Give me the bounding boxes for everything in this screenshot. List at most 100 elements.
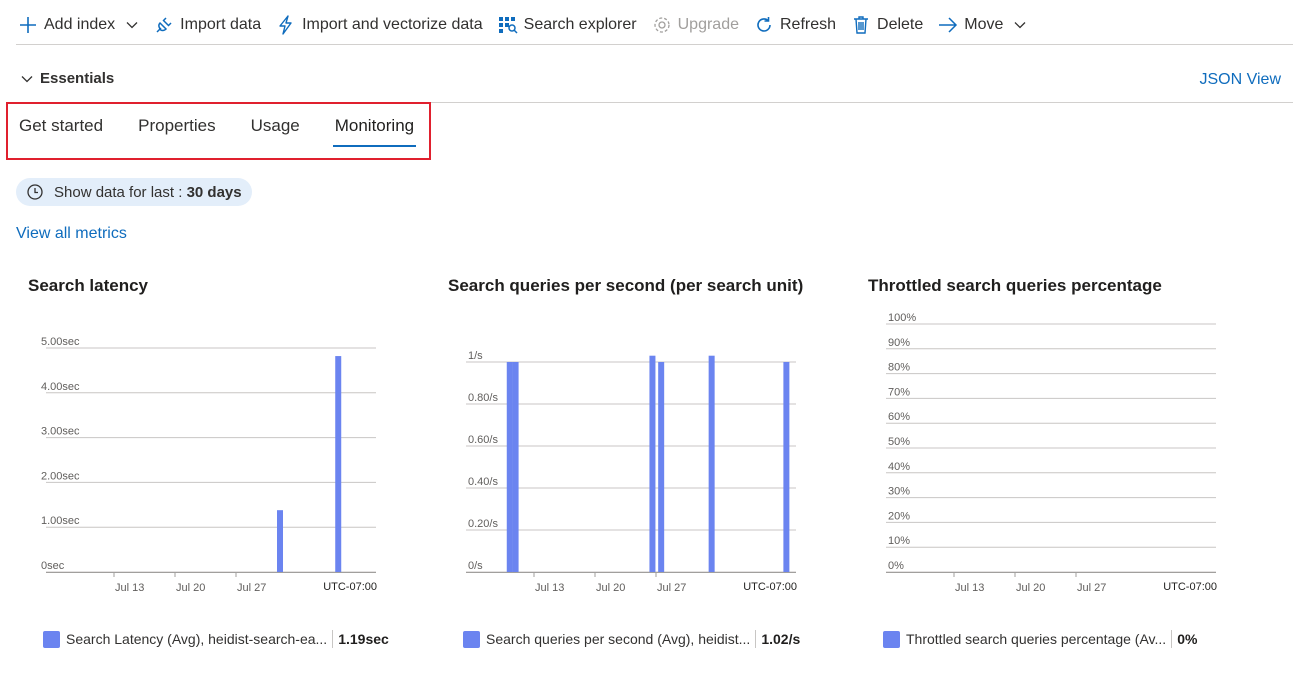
y-tick-label: 60% <box>888 411 910 423</box>
x-tick-label: Jul 13 <box>535 582 564 594</box>
plug-icon <box>154 15 174 35</box>
chevron-down-icon <box>125 18 139 32</box>
trash-icon <box>851 15 871 35</box>
time-range-prefix: Show data for last : <box>54 184 187 201</box>
bar[interactable] <box>335 356 341 572</box>
y-tick-label: 90% <box>888 337 910 349</box>
y-tick-label: 0sec <box>41 560 65 572</box>
import-vectorize-label: Import and vectorize data <box>302 16 483 34</box>
legend-series-name: Throttled search queries percentage (Av.… <box>906 631 1166 647</box>
add-index-label: Add index <box>44 16 115 34</box>
timezone-label: UTC-07:00 <box>1163 581 1217 593</box>
y-tick-label: 30% <box>888 486 910 498</box>
chart-legend[interactable]: Search Latency (Avg), heidist-search-ea.… <box>43 630 389 648</box>
y-tick-label: 3.00sec <box>41 426 80 438</box>
delete-button[interactable]: Delete <box>851 15 923 35</box>
gear-icon <box>652 15 672 35</box>
legend-value: 1.02/s <box>761 631 800 647</box>
timezone-label: UTC-07:00 <box>323 581 377 593</box>
bar[interactable] <box>507 362 513 572</box>
legend-value: 1.19sec <box>338 631 389 647</box>
bar[interactable] <box>709 356 715 572</box>
search-explorer-button[interactable]: Search explorer <box>498 15 637 35</box>
chart-legend[interactable]: Search queries per second (Avg), heidist… <box>463 630 800 648</box>
x-tick-label: Jul 13 <box>955 582 984 594</box>
tab-properties[interactable]: Properties <box>138 116 215 145</box>
y-tick-label: 80% <box>888 362 910 374</box>
essentials-toggle[interactable]: Essentials <box>20 70 114 87</box>
legend-separator <box>332 630 333 648</box>
essentials-label: Essentials <box>40 70 114 87</box>
delete-label: Delete <box>877 16 923 34</box>
y-tick-label: 1/s <box>468 350 483 362</box>
y-tick-label: 50% <box>888 436 910 448</box>
json-view-link[interactable]: JSON View <box>1199 71 1281 89</box>
y-tick-label: 0.80/s <box>468 392 498 404</box>
bar[interactable] <box>513 362 519 572</box>
move-button[interactable]: Move <box>938 15 1027 35</box>
x-tick-label: Jul 27 <box>657 582 686 594</box>
x-tick-label: Jul 20 <box>176 582 205 594</box>
chevron-down-icon <box>20 72 34 86</box>
legend-swatch <box>463 631 480 648</box>
chart-legend[interactable]: Throttled search queries percentage (Av.… <box>883 630 1197 648</box>
time-range-filter[interactable]: Show data for last : 30 days <box>16 178 252 206</box>
y-tick-label: 0/s <box>468 560 483 572</box>
search-explorer-label: Search explorer <box>524 16 637 34</box>
refresh-button[interactable]: Refresh <box>754 15 836 35</box>
y-tick-label: 5.00sec <box>41 336 80 348</box>
import-vectorize-button[interactable]: Import and vectorize data <box>276 15 483 35</box>
import-data-button[interactable]: Import data <box>154 15 261 35</box>
refresh-label: Refresh <box>780 16 836 34</box>
y-tick-label: 2.00sec <box>41 470 80 482</box>
lightning-icon <box>276 15 296 35</box>
add-index-button[interactable]: Add index <box>18 15 139 35</box>
upgrade-button[interactable]: Upgrade <box>652 15 739 35</box>
legend-series-name: Search Latency (Avg), heidist-search-ea.… <box>66 631 327 647</box>
move-label: Move <box>964 16 1003 34</box>
y-tick-label: 1.00sec <box>41 515 80 527</box>
upgrade-label: Upgrade <box>678 16 739 34</box>
legend-value: 0% <box>1177 631 1197 647</box>
legend-separator <box>1171 630 1172 648</box>
legend-swatch <box>883 631 900 648</box>
time-range-text: Show data for last : 30 days <box>54 184 242 201</box>
bar[interactable] <box>783 362 789 572</box>
bar[interactable] <box>649 356 655 572</box>
view-all-metrics-link[interactable]: View all metrics <box>16 225 127 243</box>
chart-throttled-queries-percentage[interactable]: Throttled search queries percentage 0%10… <box>868 270 1248 670</box>
x-tick-label: Jul 20 <box>596 582 625 594</box>
x-tick-label: Jul 27 <box>1077 582 1106 594</box>
time-range-value: 30 days <box>187 184 242 201</box>
y-tick-label: 70% <box>888 386 910 398</box>
chart-search-latency[interactable]: Search latency 0sec1.00sec2.00sec3.00sec… <box>28 270 408 670</box>
chart-plot: 0%10%20%30%40%50%60%70%80%90%100%Jul 13J… <box>868 270 1248 610</box>
command-bar: Add index Import data Import and vectori… <box>18 8 1042 42</box>
tab-usage[interactable]: Usage <box>251 116 300 145</box>
toolbar-divider <box>16 44 1293 45</box>
chart-plot: 0/s0.20/s0.40/s0.60/s0.80/s1/sJul 13Jul … <box>448 270 828 610</box>
y-tick-label: 100% <box>888 312 916 324</box>
tab-get-started[interactable]: Get started <box>19 116 103 145</box>
tab-list: Get started Properties Usage Monitoring <box>19 116 449 145</box>
import-data-label: Import data <box>180 16 261 34</box>
tab-monitoring[interactable]: Monitoring <box>335 116 414 145</box>
chart-search-queries-per-second[interactable]: Search queries per second (per search un… <box>448 270 828 670</box>
y-tick-label: 0% <box>888 560 904 572</box>
legend-swatch <box>43 631 60 648</box>
chevron-down-icon <box>1013 18 1027 32</box>
plus-icon <box>18 15 38 35</box>
x-tick-label: Jul 13 <box>115 582 144 594</box>
chart-plot: 0sec 1.00sec 2.00sec 3.00sec 4.00sec 5.00sec J… <box>28 270 408 610</box>
search-explorer-icon <box>498 15 518 35</box>
y-tick-label: 20% <box>888 510 910 522</box>
bar[interactable] <box>658 362 664 572</box>
x-tick-label: Jul 20 <box>1016 582 1045 594</box>
y-tick-label: 10% <box>888 535 910 547</box>
clock-icon <box>26 183 44 201</box>
bar[interactable] <box>277 510 283 572</box>
y-tick-label: 4.00sec <box>41 381 80 393</box>
arrow-right-icon <box>938 15 958 35</box>
timezone-label: UTC-07:00 <box>743 581 797 593</box>
y-tick-label: 0.60/s <box>468 434 498 446</box>
